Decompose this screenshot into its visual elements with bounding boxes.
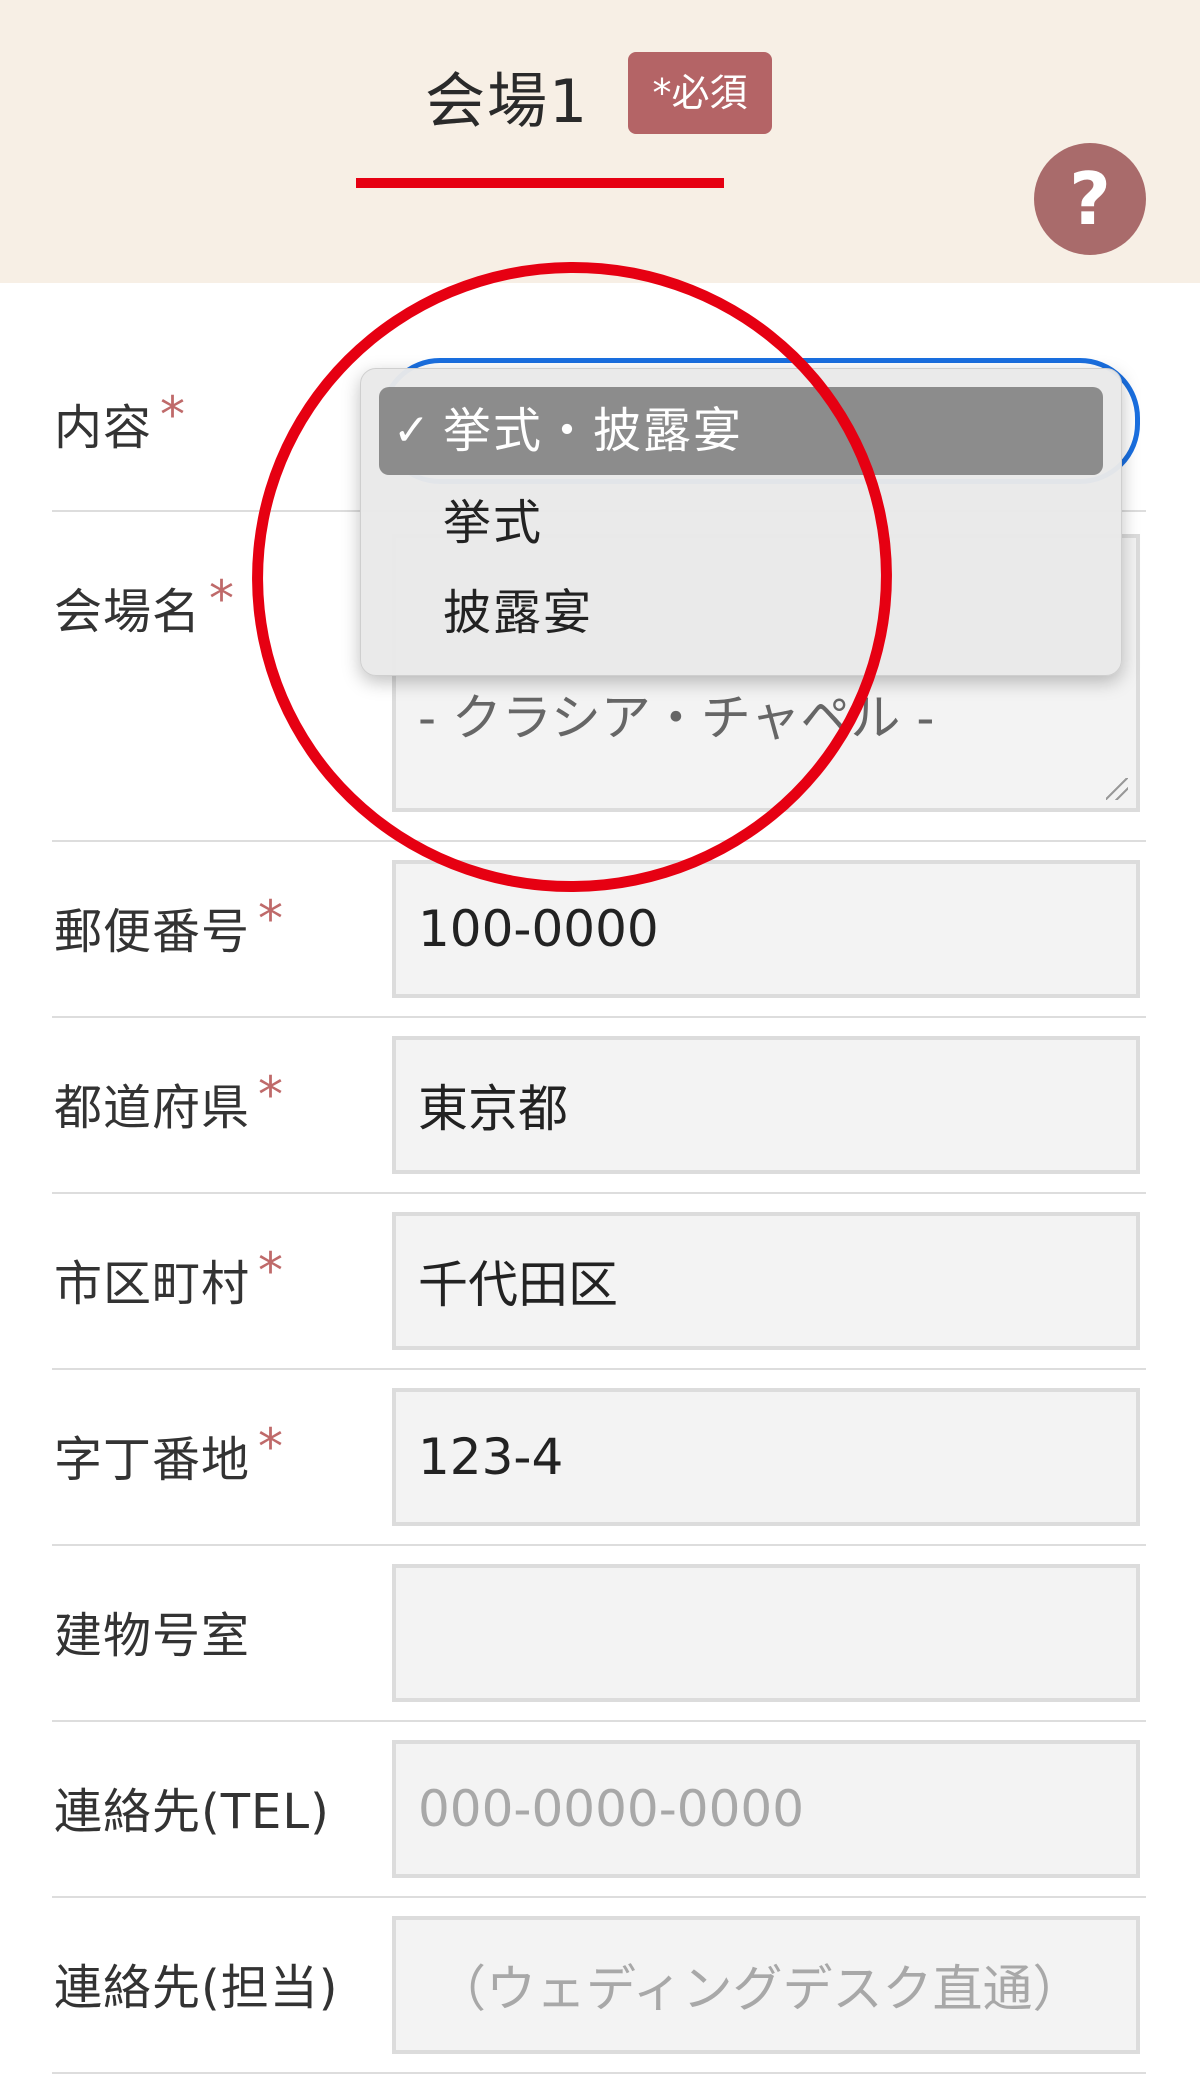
content-dropdown-menu: ✓ 挙式・披露宴 挙式 披露宴 — [360, 368, 1122, 676]
street-input[interactable]: 123-4 — [392, 1388, 1140, 1526]
required-mark: * — [258, 890, 285, 948]
content-label-text: 内容 — [54, 400, 153, 456]
city-row: 市区町村 * 千代田区 — [52, 1194, 1146, 1370]
building-input[interactable] — [392, 1564, 1140, 1702]
street-row: 字丁番地 * 123-4 — [52, 1370, 1146, 1546]
required-mark: * — [258, 1066, 285, 1124]
checkmark-icon: ✓ — [393, 405, 432, 456]
required-mark: * — [258, 1418, 285, 1476]
required-badge: *必須 — [628, 52, 772, 134]
venue-name-label: 会場名 * — [54, 570, 236, 642]
tel-placeholder: 000-0000-0000 — [418, 1780, 805, 1838]
tel-row: 連絡先(TEL) 000-0000-0000 — [52, 1722, 1146, 1898]
dropdown-option-label: 披露宴 — [443, 585, 594, 641]
dropdown-option-label: 挙式・披露宴 — [443, 403, 744, 459]
required-mark: * — [160, 386, 187, 444]
required-mark: * — [209, 570, 236, 628]
dropdown-option-ceremony-reception[interactable]: ✓ 挙式・披露宴 — [379, 387, 1103, 475]
postal-code-label-text: 郵便番号 — [54, 904, 251, 960]
venue-header: 会場1 *必須 ? — [0, 0, 1200, 283]
dropdown-option-label: 挙式 — [443, 495, 544, 551]
city-input[interactable]: 千代田区 — [392, 1212, 1140, 1350]
page-title: 会場1 — [425, 67, 590, 137]
contact-person-input[interactable]: （ウェディングデスク直通） — [392, 1916, 1140, 2054]
venue-name-value: - クラシア・チャペル - — [418, 689, 935, 747]
tel-label: 連絡先(TEL) — [54, 1784, 330, 1840]
street-label-text: 字丁番地 — [54, 1432, 251, 1488]
venue-name-label-text: 会場名 — [54, 584, 202, 640]
prefecture-row: 都道府県 * 東京都 — [52, 1018, 1146, 1194]
postal-code-value: 100-0000 — [418, 900, 659, 958]
city-label: 市区町村 * — [54, 1242, 285, 1314]
help-button[interactable]: ? — [1034, 143, 1146, 255]
city-label-text: 市区町村 — [54, 1256, 251, 1312]
title-underline — [356, 178, 724, 188]
tel-input[interactable]: 000-0000-0000 — [392, 1740, 1140, 1878]
prefecture-input[interactable]: 東京都 — [392, 1036, 1140, 1174]
prefecture-label-text: 都道府県 — [54, 1080, 251, 1136]
building-label: 建物号室 — [54, 1608, 251, 1664]
contact-person-placeholder: （ウェディングデスク直通） — [436, 1960, 1083, 2018]
postal-code-input[interactable]: 100-0000 — [392, 860, 1140, 998]
dropdown-option-ceremony[interactable]: 挙式 — [379, 479, 1103, 567]
required-mark: * — [258, 1242, 285, 1300]
street-label: 字丁番地 * — [54, 1418, 285, 1490]
dropdown-option-reception[interactable]: 披露宴 — [379, 569, 1103, 657]
building-row: 建物号室 — [52, 1546, 1146, 1722]
contact-person-row: 連絡先(担当) （ウェディングデスク直通） — [52, 1898, 1146, 2074]
content-label: 内容 * — [54, 386, 187, 458]
city-value: 千代田区 — [418, 1256, 618, 1314]
prefecture-label: 都道府県 * — [54, 1066, 285, 1138]
street-value: 123-4 — [418, 1428, 564, 1486]
resize-grip-icon[interactable] — [1106, 778, 1128, 800]
contact-person-label: 連絡先(担当) — [54, 1960, 339, 2016]
postal-code-label: 郵便番号 * — [54, 890, 285, 962]
postal-code-row: 郵便番号 * 100-0000 — [52, 842, 1146, 1018]
prefecture-value: 東京都 — [418, 1080, 568, 1138]
